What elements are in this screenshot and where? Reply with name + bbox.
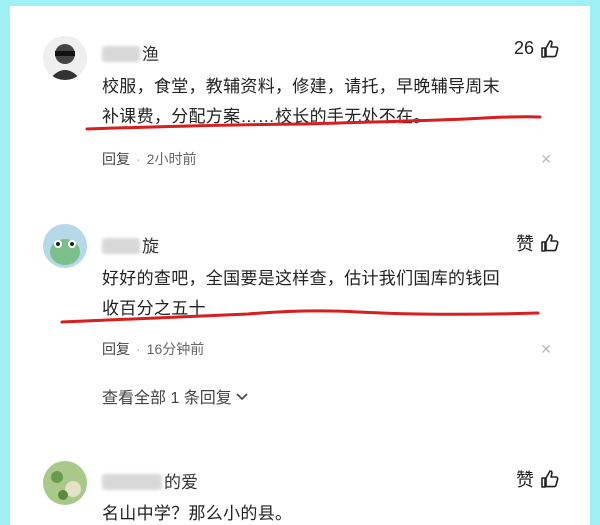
timestamp: 16分钟前 bbox=[146, 341, 205, 357]
comment-meta: 回复 · 2小时前 bbox=[102, 151, 197, 167]
blurred-name-part bbox=[102, 474, 162, 490]
view-all-replies-link[interactable]: 查看全部 1 条回复 bbox=[102, 384, 248, 408]
blurred-name-part bbox=[102, 238, 140, 254]
timestamp: 2小时前 bbox=[146, 151, 197, 167]
thumbs-up-icon bbox=[540, 469, 560, 489]
close-icon[interactable]: ✕ bbox=[540, 341, 552, 358]
reply-button[interactable]: 回复 bbox=[102, 341, 130, 357]
like-label: 赞 bbox=[516, 470, 534, 490]
chevron-down-icon bbox=[236, 390, 248, 407]
comment-text: 好好的查吧，全国要是这样查，估计我们国库的钱回 收百分之五十 bbox=[102, 269, 500, 318]
like-button[interactable]: 赞 bbox=[516, 466, 560, 492]
comment-meta: 回复 · 16分钟前 bbox=[102, 341, 205, 357]
username[interactable]: 的爱 bbox=[102, 468, 198, 493]
thumbs-up-icon bbox=[540, 233, 560, 253]
comment-text: 名山中学？那么小的县。 bbox=[102, 504, 293, 523]
username[interactable]: 渔 bbox=[102, 40, 159, 65]
comment-list: 渔 26 校服，食堂，教辅资料，修建，请托，早晚辅导周末 补课费，分配方案……校… bbox=[10, 6, 590, 525]
like-label: 赞 bbox=[516, 234, 534, 254]
username[interactable]: 旋 bbox=[102, 232, 159, 257]
avatar[interactable] bbox=[43, 224, 87, 268]
like-button[interactable]: 26 bbox=[514, 38, 560, 59]
avatar[interactable] bbox=[43, 36, 87, 80]
comment-text: 校服，食堂，教辅资料，修建，请托，早晚辅导周末 补课费，分配方案……校长的手无处… bbox=[102, 77, 500, 126]
like-count: 26 bbox=[513, 38, 534, 58]
like-button[interactable]: 赞 bbox=[516, 230, 560, 256]
blurred-name-part bbox=[102, 46, 140, 62]
reply-button[interactable]: 回复 bbox=[102, 151, 130, 167]
thumbs-up-icon bbox=[540, 39, 560, 59]
close-icon[interactable]: ✕ bbox=[540, 151, 552, 168]
avatar[interactable] bbox=[43, 461, 87, 505]
